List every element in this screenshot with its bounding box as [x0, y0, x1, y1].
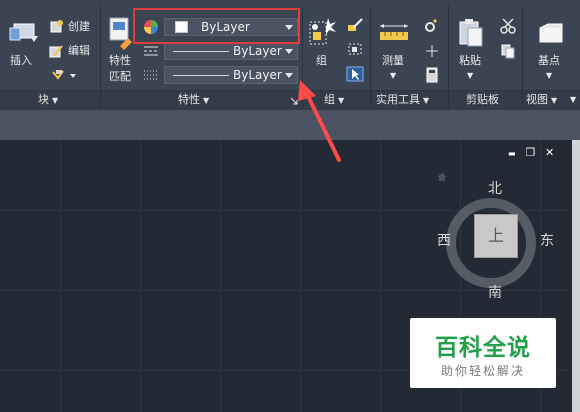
annotation-arrow [298, 80, 341, 162]
